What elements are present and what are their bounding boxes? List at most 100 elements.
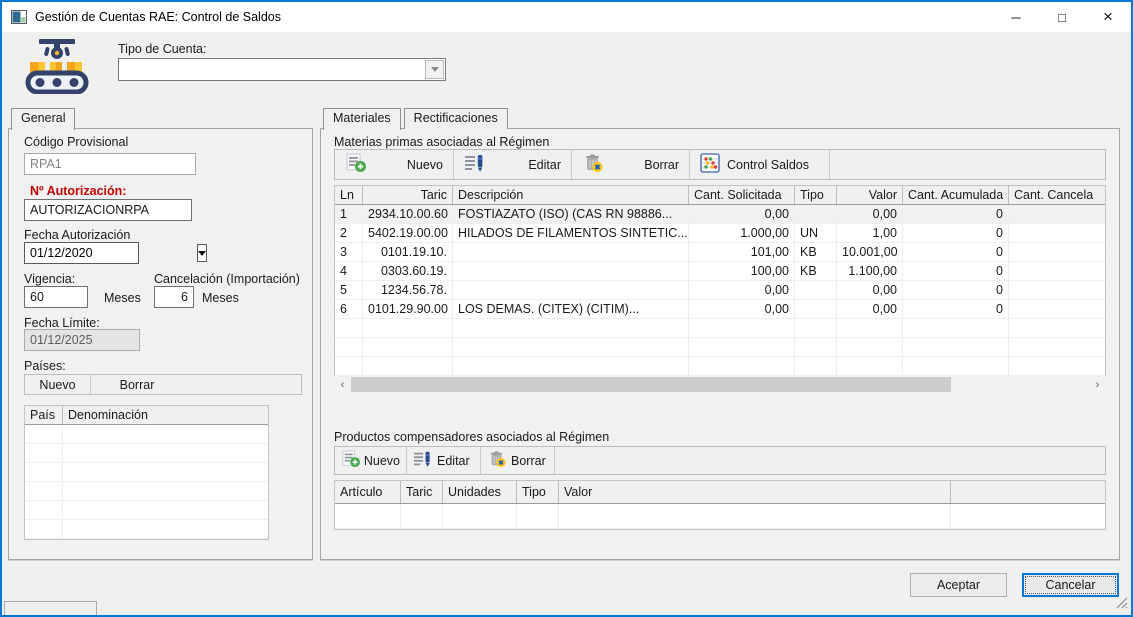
column-header-tipo[interactable]: Tipo [795, 186, 837, 204]
fecha-autorizacion-label: Fecha Autorización [24, 228, 130, 242]
cancelar-button[interactable]: Cancelar [1022, 573, 1119, 597]
cell-tipo: UN [795, 224, 837, 242]
table-row-empty[interactable] [25, 463, 268, 482]
column-header-cant-cancela[interactable]: Cant. Cancela [1009, 186, 1106, 204]
column-header-tipo[interactable]: Tipo [517, 481, 559, 503]
materias-hscrollbar[interactable]: ‹ › [334, 376, 1106, 393]
cell-ln [335, 319, 363, 337]
close-button[interactable]: × [1085, 2, 1131, 32]
scroll-left-icon[interactable]: ‹ [334, 376, 351, 393]
cell-ln: 2 [335, 224, 363, 242]
conveyor-machine-icon [24, 36, 90, 97]
column-header-denominaci-n[interactable]: Denominación [63, 406, 269, 424]
table-row-empty[interactable] [25, 444, 268, 463]
cell-descripci-n [453, 262, 689, 280]
tab-materiales[interactable]: Materiales [323, 108, 401, 130]
fecha-autorizacion-input[interactable] [25, 243, 196, 263]
productos-borrar-button[interactable]: Borrar [481, 447, 555, 474]
column-header-blank[interactable] [951, 481, 1106, 503]
table-row-empty[interactable] [335, 338, 1105, 357]
column-header-valor[interactable]: Valor [559, 481, 951, 503]
productos-toolbar: Nuevo Editar Borrar [334, 446, 1106, 475]
table-row[interactable]: 40303.60.19.100,00KB1.100,000 [335, 262, 1105, 281]
column-header-unidades[interactable]: Unidades [443, 481, 517, 503]
scrollbar-thumb[interactable] [351, 377, 951, 392]
materias-borrar-button[interactable]: Borrar [572, 150, 690, 179]
table-row-empty[interactable] [335, 357, 1105, 376]
table-row[interactable]: 25402.19.00.00HILADOS DE FILAMENTOS SINT… [335, 224, 1105, 243]
tipo-de-cuenta-input[interactable] [119, 59, 424, 80]
aceptar-button[interactable]: Aceptar [910, 573, 1007, 597]
control-saldos-button[interactable]: Control Saldos [690, 150, 830, 179]
table-row[interactable]: 51234.56.78.0,000,000 [335, 281, 1105, 300]
column-header-cant-acumulada[interactable]: Cant. Acumulada [903, 186, 1009, 204]
cell-valor: 0,00 [837, 205, 903, 223]
materias-nuevo-button[interactable]: Nuevo [335, 150, 454, 179]
tab-general[interactable]: General [11, 108, 75, 130]
paises-nuevo-button[interactable]: Nuevo [25, 375, 91, 394]
cell-ln [335, 357, 363, 375]
column-header-taric[interactable]: Taric [363, 186, 453, 204]
column-header-pa-s[interactable]: País [25, 406, 63, 424]
minimize-button[interactable]: ─ [993, 2, 1039, 32]
paises-borrar-button[interactable]: Borrar [91, 375, 183, 394]
table-row-empty[interactable] [25, 520, 268, 539]
column-header-cant-solicitada[interactable]: Cant. Solicitada [689, 186, 795, 204]
table-row[interactable]: 60101.29.90.00LOS DEMAS. (CITEX) (CITIM)… [335, 300, 1105, 319]
autorizacion-label: Nº Autorización: [30, 184, 126, 198]
cell-cant-acumulada: 0 [903, 224, 1009, 242]
table-row-empty[interactable] [335, 319, 1105, 338]
cell-cant-solicitada: 0,00 [689, 281, 795, 299]
trash-delete-icon [582, 153, 604, 176]
codigo-provisional-field[interactable] [24, 153, 196, 175]
cell-tipo [795, 319, 837, 337]
cell-valor: 0,00 [837, 281, 903, 299]
table-row[interactable]: 12934.10.00.60FOSTIAZATO (ISO) (CAS RN 9… [335, 205, 1105, 224]
cell-taric [401, 504, 443, 528]
cell-taric: 5402.19.00.00 [363, 224, 453, 242]
codigo-provisional-label: Código Provisional [24, 135, 128, 149]
vigencia-field[interactable] [24, 286, 88, 308]
cell-cant-cancela [1009, 319, 1106, 337]
cancelacion-label: Cancelación (Importación) [154, 272, 300, 286]
cell-valor [837, 338, 903, 356]
table-row-empty[interactable] [25, 482, 268, 501]
maximize-button[interactable]: □ [1039, 2, 1085, 32]
column-header-descripci-n[interactable]: Descripción [453, 186, 689, 204]
cell-pa-s [25, 425, 63, 443]
tipo-de-cuenta-label: Tipo de Cuenta: [118, 42, 206, 56]
column-header-valor[interactable]: Valor [837, 186, 903, 204]
chevron-down-icon[interactable] [197, 244, 207, 262]
table-row-empty[interactable] [25, 501, 268, 520]
cell-pa-s [25, 444, 63, 462]
cell-tipo [795, 338, 837, 356]
productos-editar-button[interactable]: Editar [407, 447, 481, 474]
table-row-empty[interactable] [25, 425, 268, 444]
column-header-ln[interactable]: Ln [335, 186, 363, 204]
materias-toolbar: Nuevo Editar Borrar Control Saldos [334, 149, 1106, 180]
table-row[interactable]: 30101.19.10.101,00KB10.001,000 [335, 243, 1105, 262]
chevron-down-icon[interactable] [425, 60, 444, 79]
cell-taric: 0101.29.90.00 [363, 300, 453, 318]
cell-descripci-n [453, 338, 689, 356]
cell-ln: 1 [335, 205, 363, 223]
autorizacion-field[interactable] [24, 199, 192, 221]
productos-table: ArtículoTaricUnidadesTipoValor [334, 480, 1106, 530]
productos-nuevo-button[interactable]: Nuevo [335, 447, 407, 474]
window-title: Gestión de Cuentas RAE: Control de Saldo… [35, 10, 281, 24]
tab-rectificaciones[interactable]: Rectificaciones [404, 108, 508, 129]
tipo-de-cuenta-combobox[interactable] [118, 58, 446, 81]
column-header-art-culo[interactable]: Artículo [335, 481, 401, 503]
scroll-right-icon[interactable]: › [1089, 376, 1106, 393]
cancelacion-field[interactable] [154, 286, 194, 308]
fecha-autorizacion-picker[interactable] [24, 242, 139, 264]
table-row-empty[interactable] [335, 504, 1105, 529]
materias-editar-button[interactable]: Editar [454, 150, 572, 179]
resize-grip[interactable] [1115, 596, 1128, 612]
column-header-taric[interactable]: Taric [401, 481, 443, 503]
status-bar-fragment [4, 601, 97, 615]
cell-cant-cancela [1009, 243, 1106, 261]
cell-tipo: KB [795, 243, 837, 261]
cell-ln [335, 338, 363, 356]
cell-taric [363, 357, 453, 375]
